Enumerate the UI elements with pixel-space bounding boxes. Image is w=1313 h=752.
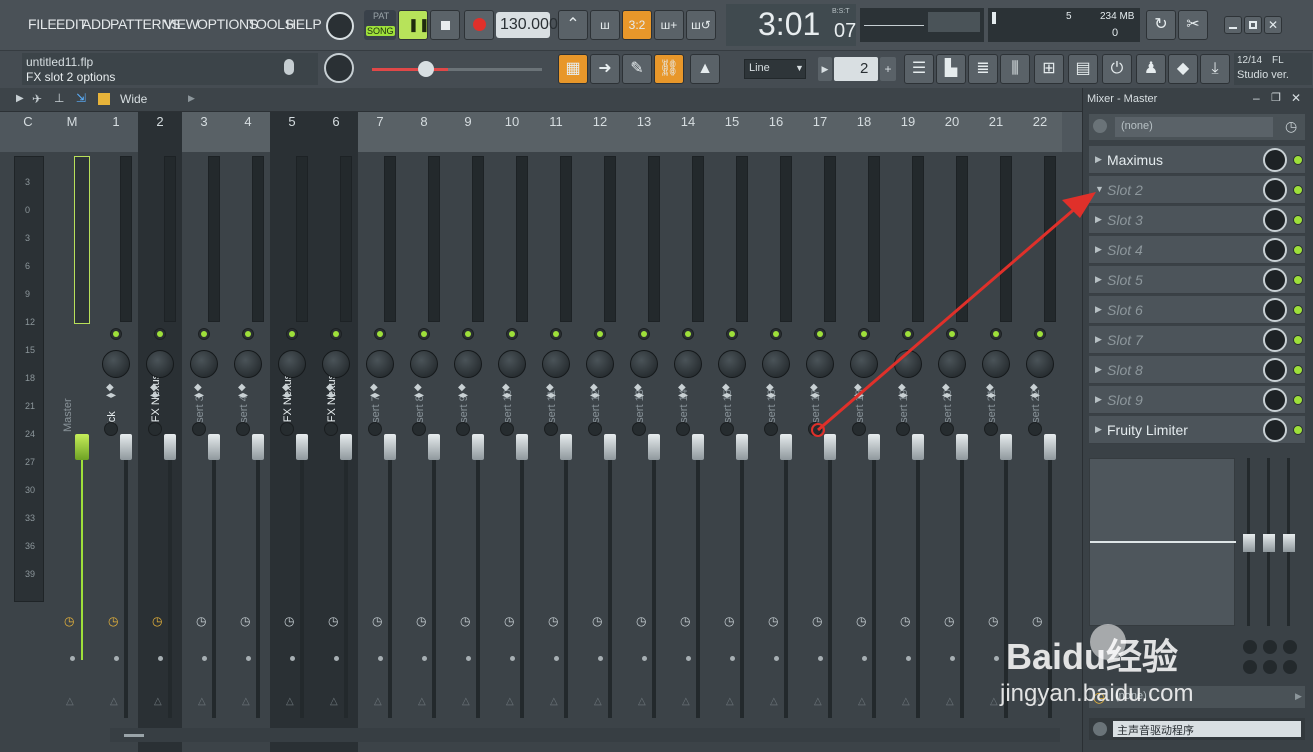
annotation-arrow	[811, 192, 1096, 437]
